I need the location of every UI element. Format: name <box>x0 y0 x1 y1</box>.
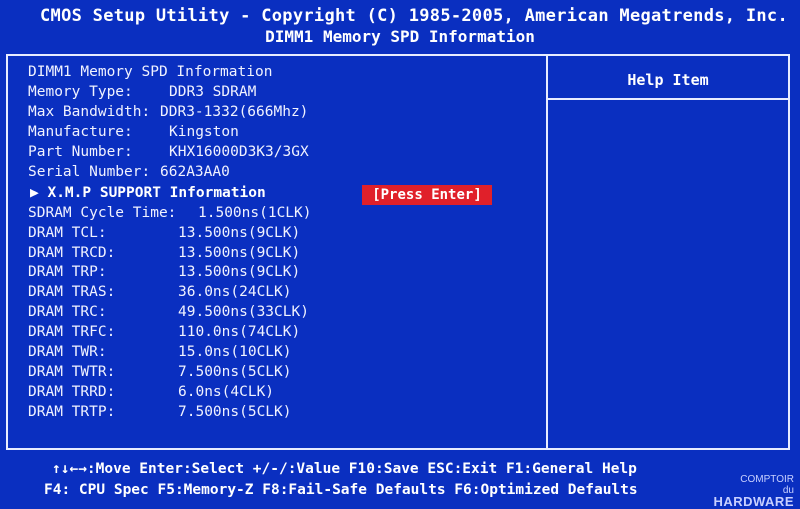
timing-value: 13.500ns(9CLK) <box>178 245 301 261</box>
help-item-title: Help Item <box>627 71 709 89</box>
part-number-row: Part Number: KHX16000D3K3/3GX <box>28 144 309 160</box>
timing-value: 110.0ns(74CLK) <box>178 324 301 340</box>
memory-type-label: Memory Type: <box>28 84 133 100</box>
manufacture-label: Manufacture: <box>28 124 133 140</box>
memory-type-row: Memory Type: DDR3 SDRAM <box>28 84 256 100</box>
cycle-time-row: SDRAM Cycle Time: 1.500ns(1CLK) <box>28 205 312 221</box>
page-title: DIMM1 Memory SPD Information <box>265 27 535 46</box>
timing-row-tcl: DRAM TCL: 13.500ns(9CLK) <box>28 225 300 241</box>
timing-value: 7.500ns(5CLK) <box>178 404 292 420</box>
timing-row-twr: DRAM TWR: 15.0ns(10CLK) <box>28 344 292 360</box>
watermark-line: HARDWARE <box>713 494 794 509</box>
timing-label: DRAM TWTR: <box>28 364 116 380</box>
max-bandwidth-row: Max Bandwidth: DDR3-1332(666Mhz) <box>28 104 308 120</box>
timing-label: DRAM TRFC: <box>28 324 116 340</box>
timing-row-trp: DRAM TRP: 13.500ns(9CLK) <box>28 264 300 280</box>
cycle-time-value: 1.500ns(1CLK) <box>198 205 312 221</box>
timing-row-tras: DRAM TRAS: 36.0ns(24CLK) <box>28 284 292 300</box>
timing-label: DRAM TRCD: <box>28 245 116 261</box>
timing-value: 13.500ns(9CLK) <box>178 225 301 241</box>
watermark-line: COMPTOIR <box>740 474 794 485</box>
part-number-value: KHX16000D3K3/3GX <box>169 144 309 160</box>
timing-label: DRAM TRP: <box>28 264 107 280</box>
section-heading: DIMM1 Memory SPD Information <box>28 64 273 80</box>
timing-label: DRAM TWR: <box>28 344 107 360</box>
part-number-label: Part Number: <box>28 144 133 160</box>
timing-label: DRAM TRRD: <box>28 384 116 400</box>
timing-row-twtr: DRAM TWTR: 7.500ns(5CLK) <box>28 364 292 380</box>
cycle-time-label: SDRAM Cycle Time: <box>28 205 177 221</box>
app-title: CMOS Setup Utility - Copyright (C) 1985-… <box>40 6 788 26</box>
timing-label: DRAM TRTP: <box>28 404 116 420</box>
timing-value: 15.0ns(10CLK) <box>178 344 292 360</box>
max-bandwidth-label: Max Bandwidth: <box>28 104 151 120</box>
panel-divider <box>546 56 548 448</box>
timing-row-trtp: DRAM TRTP: 7.500ns(5CLK) <box>28 404 292 420</box>
key-help-line-1: ↑↓←→:Move Enter:Select +/-/:Value F10:Sa… <box>52 461 637 477</box>
press-enter-button[interactable]: [Press Enter] <box>362 185 492 205</box>
help-divider <box>548 98 788 100</box>
xmp-support-item[interactable]: ▶ X.M.P SUPPORT Information <box>30 185 266 201</box>
memory-type-value: DDR3 SDRAM <box>169 84 257 100</box>
manufacture-value: Kingston <box>169 124 239 140</box>
key-help-line-2: F4: CPU Spec F5:Memory-Z F8:Fail-Safe De… <box>44 482 638 498</box>
timing-row-trcd: DRAM TRCD: 13.500ns(9CLK) <box>28 245 300 261</box>
timing-row-trrd: DRAM TRRD: 6.0ns(4CLK) <box>28 384 274 400</box>
timing-row-trfc: DRAM TRFC: 110.0ns(74CLK) <box>28 324 300 340</box>
timing-value: 49.500ns(33CLK) <box>178 304 309 320</box>
timing-label: DRAM TRC: <box>28 304 107 320</box>
timing-value: 6.0ns(4CLK) <box>178 384 275 400</box>
timing-label: DRAM TRAS: <box>28 284 116 300</box>
timing-row-trc: DRAM TRC: 49.500ns(33CLK) <box>28 304 309 320</box>
timing-label: DRAM TCL: <box>28 225 107 241</box>
max-bandwidth-value: DDR3-1332(666Mhz) <box>160 104 309 120</box>
timing-value: 7.500ns(5CLK) <box>178 364 292 380</box>
serial-number-value: 662A3AA0 <box>160 164 230 180</box>
serial-number-row: Serial Number: 662A3AA0 <box>28 164 230 180</box>
watermark-logo: COMPTOIR du HARDWARE <box>713 474 794 509</box>
timing-value: 13.500ns(9CLK) <box>178 264 301 280</box>
serial-number-label: Serial Number: <box>28 164 151 180</box>
manufacture-row: Manufacture: Kingston <box>28 124 239 140</box>
timing-value: 36.0ns(24CLK) <box>178 284 292 300</box>
